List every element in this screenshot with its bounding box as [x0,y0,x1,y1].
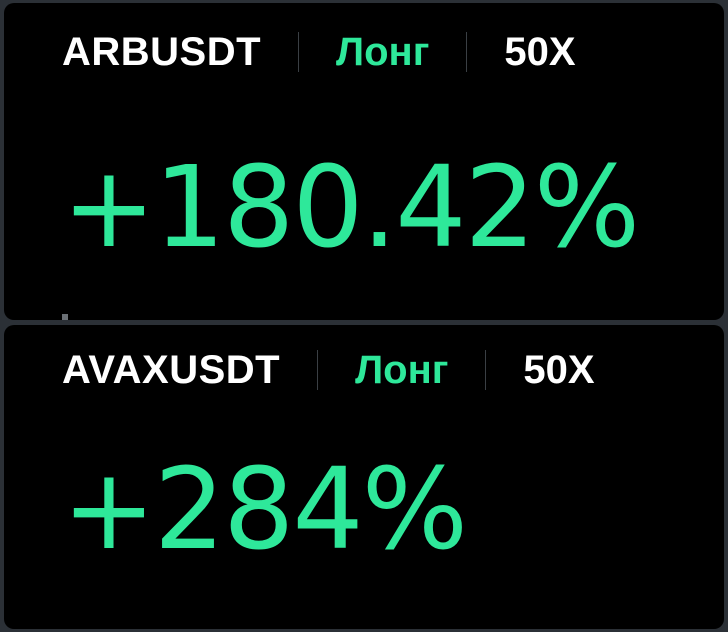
position-header: ARBUSDT Лонг 50X [62,27,576,77]
position-card-arbusdt: ARBUSDT Лонг 50X +180.42% [4,3,724,320]
header-divider [485,350,487,390]
leverage: 50X [523,347,595,392]
header-divider [317,350,319,390]
position-header: AVAXUSDT Лонг 50X [62,345,595,395]
roi-percentage: +284% [62,445,468,575]
header-divider [466,32,468,72]
cutoff-row-fragment [62,314,68,320]
position-card-avaxusdt: AVAXUSDT Лонг 50X +284% [4,325,724,629]
trading-pair: AVAXUSDT [62,347,281,392]
header-divider [298,32,300,72]
leverage: 50X [504,29,576,74]
trading-pair: ARBUSDT [62,29,262,74]
position-side: Лонг [336,29,430,74]
position-side: Лонг [355,347,449,392]
roi-percentage: +180.42% [62,143,640,273]
